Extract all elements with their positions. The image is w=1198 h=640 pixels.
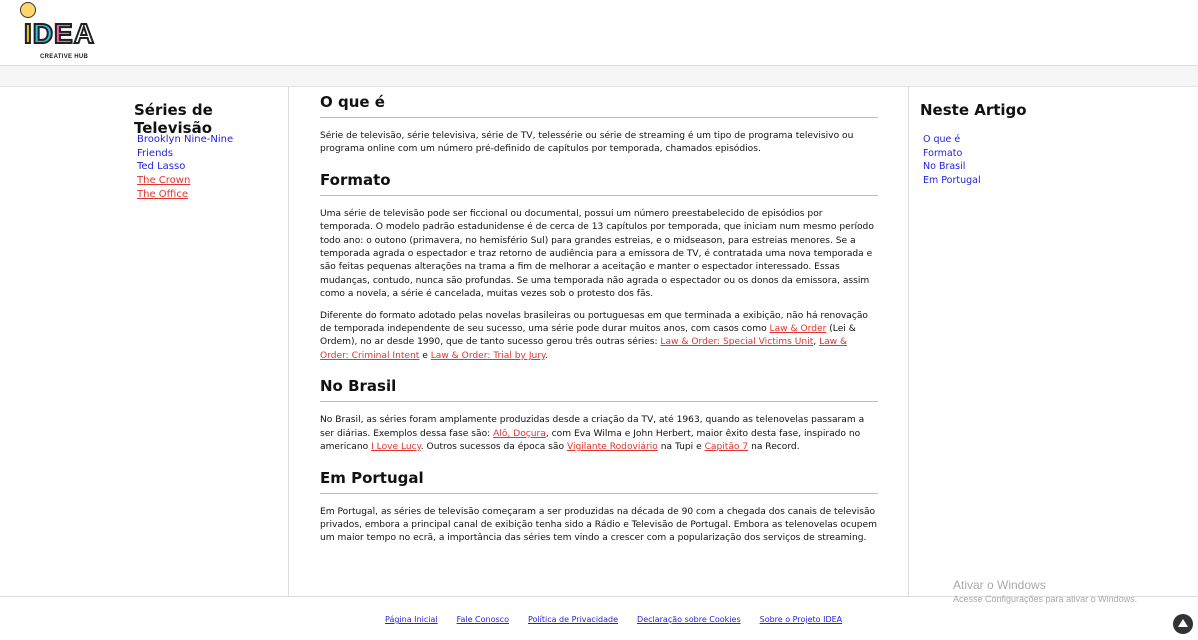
toc-link[interactable]: Formato xyxy=(923,148,962,159)
series-item: The Crown xyxy=(137,174,233,188)
toc-link[interactable]: Em Portugal xyxy=(923,175,981,186)
toc-title: Neste Artigo xyxy=(920,101,1027,119)
series-item: Friends xyxy=(137,147,233,161)
toc-link[interactable]: No Brasil xyxy=(923,161,965,172)
section-title: Em Portugal xyxy=(320,468,424,487)
footer-link-about[interactable]: Sobre o Projeto IDEA xyxy=(760,615,843,624)
divider xyxy=(320,117,878,118)
section-title: Formato xyxy=(320,170,391,189)
idea-logo[interactable]: IDEA CREATIVE HUB xyxy=(18,2,108,62)
link-i-love-lucy[interactable]: I Love Lucy xyxy=(371,442,421,452)
toc-sidebar: Neste Artigo O que é Formato No Brasil E… xyxy=(908,87,1198,596)
lightbulb-icon xyxy=(20,2,36,18)
footer-link-contact[interactable]: Fale Conosco xyxy=(457,615,509,624)
logo-wordmark: IDEA xyxy=(23,17,95,50)
series-item: Ted Lasso xyxy=(137,160,233,174)
divider xyxy=(320,492,878,494)
paragraph: No Brasil, as séries foram amplamente pr… xyxy=(320,415,865,453)
footer-link-home[interactable]: Página Inicial xyxy=(385,615,438,624)
series-item: The Office xyxy=(137,188,233,202)
link-vigilante-rodoviario[interactable]: Vigilante Rodoviário xyxy=(567,442,658,452)
header-band xyxy=(0,66,1198,87)
site-header: IDEA CREATIVE HUB xyxy=(0,0,1198,66)
series-item: Brooklyn Nine-Nine xyxy=(137,133,233,147)
series-link[interactable]: The Office xyxy=(137,189,188,200)
logo-subtitle: CREATIVE HUB xyxy=(40,54,89,60)
link-alo-docura[interactable]: Alô, Doçura xyxy=(493,429,546,439)
section-title: No Brasil xyxy=(320,377,397,396)
windows-activation-watermark: Ativar o Windows Acesse Configurações pa… xyxy=(953,578,1138,604)
section-title: O que é xyxy=(320,93,385,111)
section-formato: Formato Uma série de televisão pode ser … xyxy=(320,165,878,363)
section-no-brasil: No Brasil No Brasil, as séries foram amp… xyxy=(320,371,878,454)
link-trial-by-jury[interactable]: Law & Order: Trial by Jury xyxy=(431,351,545,361)
series-link[interactable]: The Crown xyxy=(137,175,190,186)
scroll-to-top-icon[interactable] xyxy=(1173,614,1193,634)
paragraph: Diferente do formato adotado pelas novel… xyxy=(320,310,868,361)
paragraph: Série de televisão, série televisiva, sé… xyxy=(320,131,854,155)
series-link[interactable]: Brooklyn Nine-Nine xyxy=(137,134,233,145)
link-law-order[interactable]: Law & Order xyxy=(770,324,827,334)
article-content: O que é Série de televisão, série televi… xyxy=(320,87,878,596)
paragraph: Uma série de televisão pode ser ficciona… xyxy=(320,208,874,300)
footer-link-cookies[interactable]: Declaração sobre Cookies xyxy=(637,615,741,624)
footer-link-privacy[interactable]: Política de Privacidade xyxy=(528,615,618,624)
footer-links: Página Inicial Fale Conosco Política de … xyxy=(385,607,842,626)
toc-list: O que é Formato No Brasil Em Portugal xyxy=(923,133,981,187)
section-o-que-e: O que é Série de televisão, série televi… xyxy=(320,87,878,157)
divider xyxy=(320,401,878,403)
series-sidebar: Séries de Televisão Brooklyn Nine-Nine F… xyxy=(0,87,289,596)
series-link[interactable]: Friends xyxy=(137,148,173,159)
toc-link[interactable]: O que é xyxy=(923,134,960,145)
link-capitao-7[interactable]: Capitão 7 xyxy=(705,442,749,452)
series-list: Brooklyn Nine-Nine Friends Ted Lasso The… xyxy=(137,133,233,202)
series-sidebar-title: Séries de Televisão xyxy=(134,101,213,137)
link-svu[interactable]: Law & Order: Special Victims Unit xyxy=(660,337,813,347)
paragraph: Em Portugal, as séries de televisão come… xyxy=(320,506,877,544)
divider xyxy=(320,194,878,196)
section-em-portugal: Em Portugal Em Portugal, as séries de te… xyxy=(320,463,878,546)
series-link[interactable]: Ted Lasso xyxy=(137,161,185,172)
